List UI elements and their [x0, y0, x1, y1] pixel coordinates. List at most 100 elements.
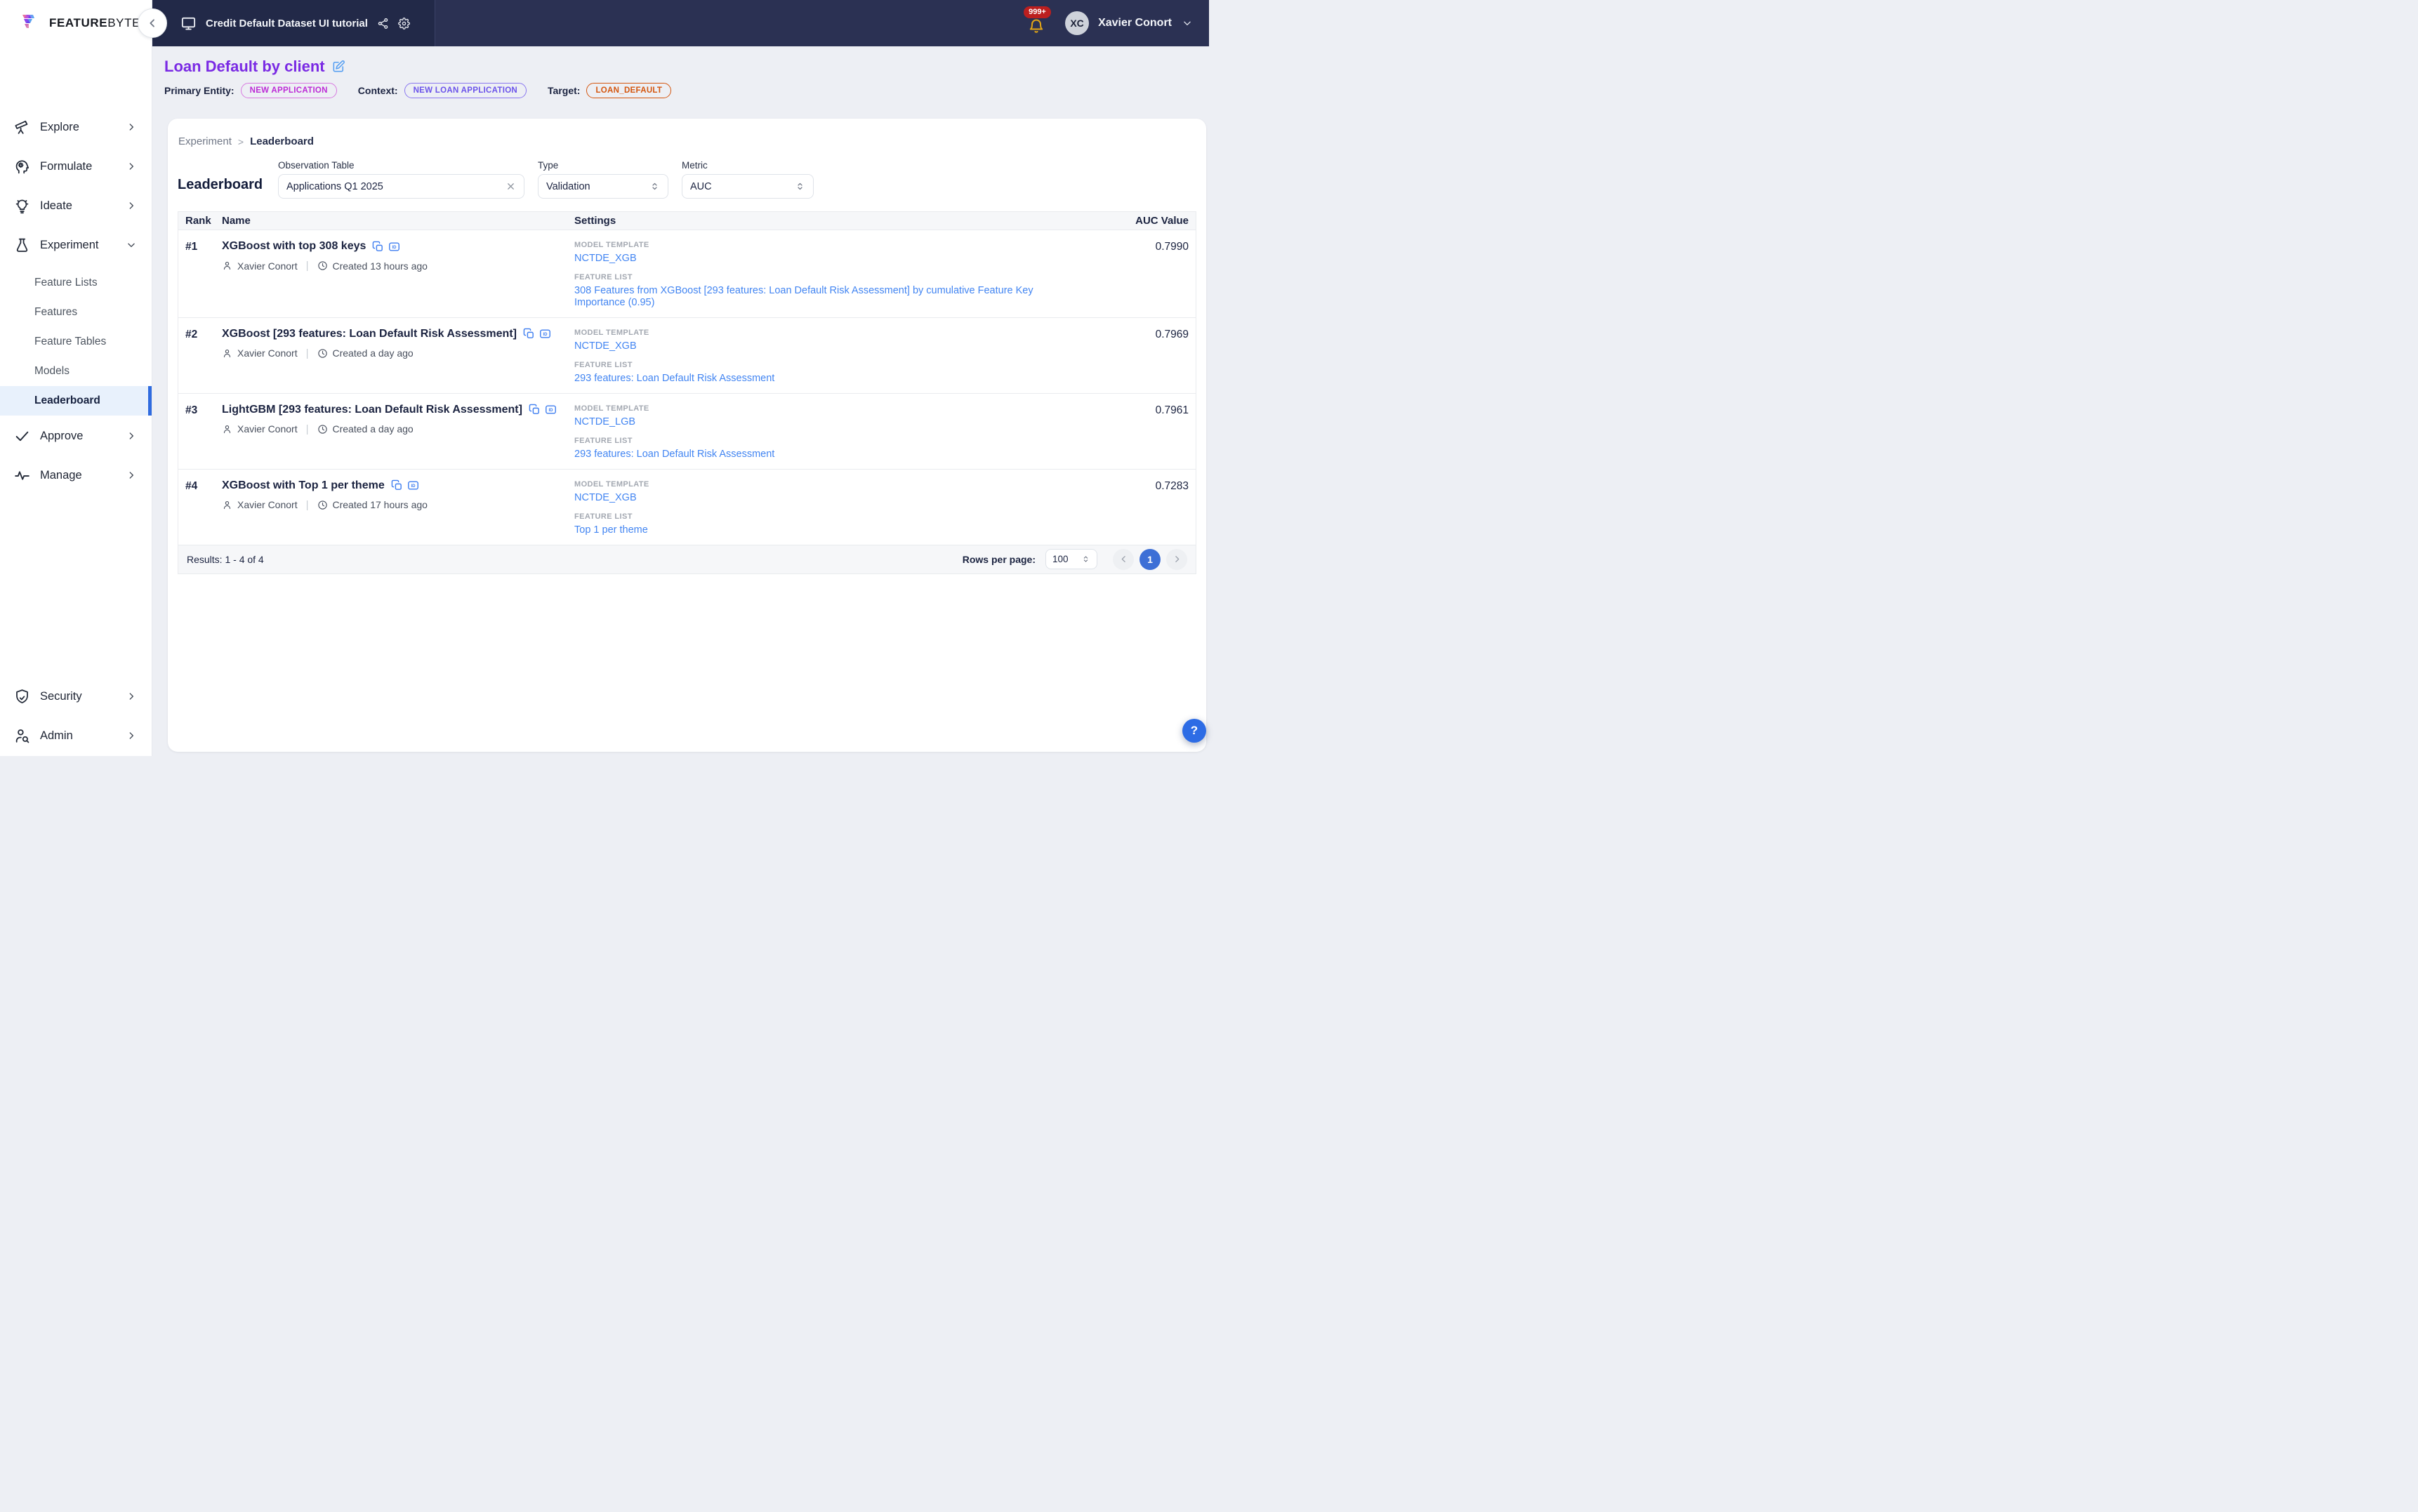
logo: FEATUREBYTE — [0, 0, 152, 46]
sidebar-item-formulate[interactable]: Formulate — [0, 150, 152, 183]
id-icon[interactable]: ID — [545, 404, 557, 416]
table-row[interactable]: #3 LightGBM [293 features: Loan Default … — [178, 394, 1196, 470]
avatar[interactable]: XC — [1065, 11, 1089, 35]
target-label: Target: — [548, 85, 580, 96]
experiment-name[interactable]: XGBoost with Top 1 per theme — [222, 479, 385, 493]
chevron-left-icon — [1119, 555, 1128, 564]
feature-list-link[interactable]: 293 features: Loan Default Risk Assessme… — [574, 373, 774, 385]
breadcrumb-parent[interactable]: Experiment — [178, 135, 232, 147]
auc-value-cell: 0.7990 — [1069, 230, 1196, 317]
context-chip[interactable]: NEW LOAN APPLICATION — [404, 83, 527, 98]
gear-icon[interactable] — [398, 18, 410, 29]
sidebar-item-models[interactable]: Models — [0, 357, 152, 386]
primary-entity-label: Primary Entity: — [164, 85, 234, 96]
table-row[interactable]: #1 XGBoost with top 308 keys ID — [178, 230, 1196, 318]
person-icon — [222, 424, 232, 435]
chevron-left-icon — [147, 18, 158, 29]
feature-list-link[interactable]: Top 1 per theme — [574, 524, 648, 536]
target-group: Target: LOAN_DEFAULT — [548, 83, 671, 98]
separator: | — [306, 499, 309, 511]
topbar-user-area: 999+ XC Xavier Conort — [1028, 0, 1192, 46]
select-chevrons-icon — [1081, 553, 1090, 565]
observation-table-input[interactable]: Applications Q1 2025 — [278, 174, 524, 199]
metric-select[interactable]: AUC — [682, 174, 814, 199]
copy-icon[interactable] — [391, 479, 403, 491]
clear-icon[interactable] — [506, 181, 516, 192]
sidebar-item-label: Leaderboard — [34, 394, 100, 407]
clock-icon — [317, 424, 328, 435]
model-template-link[interactable]: NCTDE_XGB — [574, 340, 637, 352]
previous-page-button[interactable] — [1113, 549, 1134, 570]
experiment-name[interactable]: XGBoost [293 features: Loan Default Risk… — [222, 327, 517, 341]
sidebar-item-feature-tables[interactable]: Feature Tables — [0, 327, 152, 357]
feature-list-link[interactable]: 308 Features from XGBoost [293 features:… — [574, 285, 1062, 308]
edit-pencil-icon[interactable] — [331, 60, 345, 74]
rows-per-page-label: Rows per page: — [963, 554, 1036, 565]
type-value: Validation — [546, 181, 649, 192]
featurebyte-logo-icon — [20, 12, 43, 34]
auc-value-cell: 0.7969 — [1069, 318, 1196, 393]
next-page-button[interactable] — [1166, 549, 1187, 570]
sidebar-item-leaderboard[interactable]: Leaderboard — [0, 386, 152, 416]
model-template-label: MODEL TEMPLATE — [574, 480, 1062, 489]
copy-icon[interactable] — [523, 328, 535, 340]
sidebar-item-experiment[interactable]: Experiment — [0, 229, 152, 261]
sidebar-item-admin[interactable]: Admin — [0, 719, 152, 752]
observation-table-field: Observation Table Applications Q1 2025 — [278, 160, 524, 199]
sidebar-item-feature-lists[interactable]: Feature Lists — [0, 268, 152, 298]
primary-entity-chip[interactable]: NEW APPLICATION — [241, 83, 337, 98]
chevron-down-icon[interactable] — [1182, 18, 1192, 28]
user-name: Xavier Conort — [1098, 17, 1172, 29]
model-template-link[interactable]: NCTDE_XGB — [574, 253, 637, 265]
column-header-rank: Rank — [178, 215, 222, 227]
help-button[interactable]: ? — [1182, 719, 1206, 743]
notifications-button[interactable]: 999+ — [1028, 14, 1046, 32]
sidebar-item-approve[interactable]: Approve — [0, 420, 152, 452]
clock-icon — [317, 500, 328, 510]
model-template-link[interactable]: NCTDE_LGB — [574, 416, 635, 428]
rows-per-page-select[interactable]: 100 — [1045, 549, 1097, 569]
svg-text:ID: ID — [543, 332, 548, 337]
sidebar-item-manage[interactable]: Manage — [0, 459, 152, 491]
breadcrumb-current: Leaderboard — [250, 135, 314, 147]
pager: 1 — [1113, 549, 1187, 570]
column-header-settings: Settings — [574, 215, 1069, 227]
created-time: Created 13 hours ago — [333, 260, 428, 272]
sidebar-item-features[interactable]: Features — [0, 298, 152, 327]
sidebar-item-label: Manage — [40, 469, 126, 482]
experiment-name[interactable]: XGBoost with top 308 keys — [222, 239, 366, 253]
page-number-button[interactable]: 1 — [1139, 549, 1161, 570]
project-section: Credit Default Dataset UI tutorial — [152, 0, 435, 46]
target-chip[interactable]: LOAN_DEFAULT — [586, 83, 671, 98]
experiment-subnav: Feature Lists Features Feature Tables Mo… — [0, 268, 152, 416]
sidebar-item-security[interactable]: Security — [0, 680, 152, 712]
monitor-icon — [180, 15, 197, 32]
id-icon[interactable]: ID — [407, 479, 419, 491]
leaderboard-heading: Leaderboard — [178, 177, 278, 199]
experiment-name[interactable]: LightGBM [293 features: Loan Default Ris… — [222, 403, 522, 417]
telescope-icon — [13, 119, 31, 136]
sidebar-item-ideate[interactable]: Ideate — [0, 190, 152, 222]
feature-list-link[interactable]: 293 features: Loan Default Risk Assessme… — [574, 449, 774, 460]
copy-icon[interactable] — [372, 241, 384, 253]
id-icon[interactable]: ID — [388, 241, 400, 253]
table-row[interactable]: #2 XGBoost [293 features: Loan Default R… — [178, 318, 1196, 394]
rank-cell: #3 — [178, 394, 222, 469]
id-icon[interactable]: ID — [539, 328, 551, 340]
share-icon[interactable] — [377, 18, 389, 29]
chevron-right-icon — [126, 470, 136, 480]
model-template-link[interactable]: NCTDE_XGB — [574, 492, 637, 504]
chevron-right-icon — [126, 122, 136, 132]
type-select[interactable]: Validation — [538, 174, 668, 199]
column-header-auc: AUC Value — [1069, 215, 1196, 227]
page-title: Loan Default by client — [164, 58, 325, 76]
copy-icon[interactable] — [529, 404, 541, 416]
person-icon — [222, 348, 232, 359]
separator: | — [306, 347, 309, 359]
sidebar-collapse-button[interactable] — [138, 8, 167, 38]
leaderboard-card: Experiment > Leaderboard Leaderboard Obs… — [168, 119, 1206, 752]
name-cell: XGBoost with top 308 keys ID Xavier Cono… — [222, 230, 574, 317]
chevron-right-icon — [126, 431, 136, 441]
sidebar-item-explore[interactable]: Explore — [0, 111, 152, 143]
table-row[interactable]: #4 XGBoost with Top 1 per theme ID — [178, 470, 1196, 545]
